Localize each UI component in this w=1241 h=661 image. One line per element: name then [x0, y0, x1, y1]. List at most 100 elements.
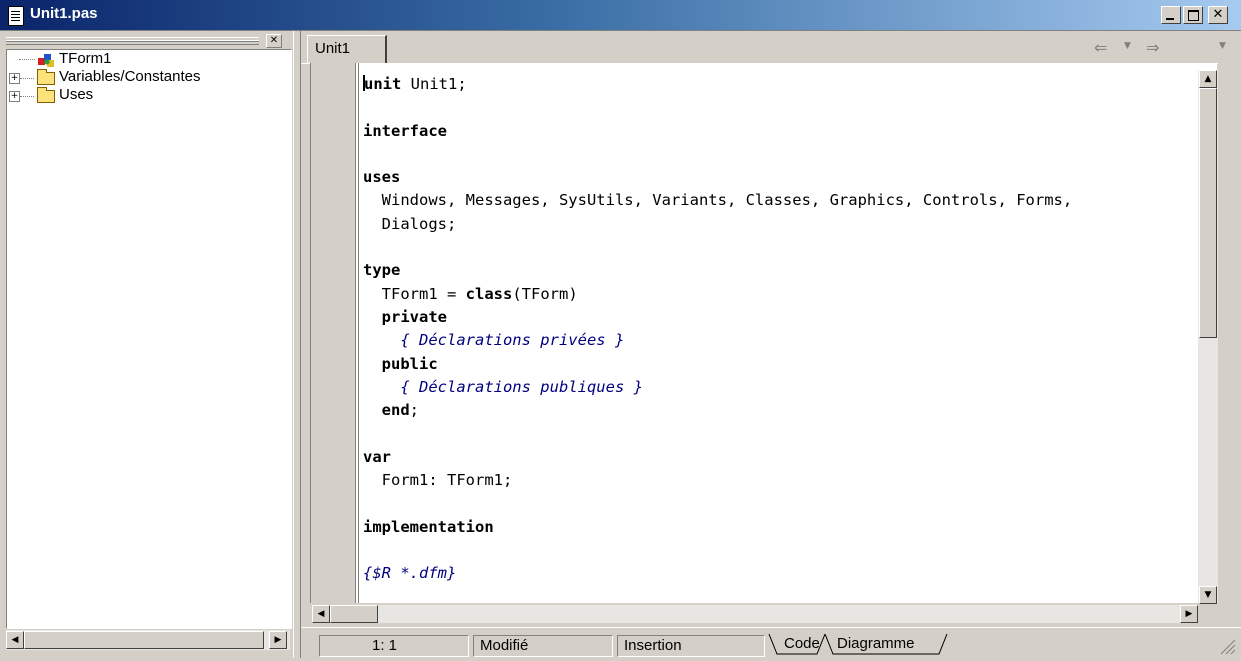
code-line[interactable]: implementation [363, 516, 1213, 539]
editor-frame [1218, 63, 1241, 625]
scroll-left-button[interactable]: ◀ [312, 605, 330, 623]
keyword: private [381, 307, 447, 326]
code-line[interactable]: private [363, 306, 1213, 329]
tree-connector [20, 96, 34, 97]
document-icon [8, 6, 24, 26]
tree-item-variables[interactable]: Variables/Constantes [59, 68, 200, 86]
maximize-button[interactable] [1183, 6, 1203, 24]
scroll-thumb[interactable] [1199, 88, 1217, 338]
forward-arrow-icon[interactable]: ⇒ [1146, 38, 1159, 57]
keyword: type [363, 261, 401, 280]
source-code[interactable]: unit Unit1; interface uses Windows, Mess… [363, 73, 1213, 586]
chevron-down-icon[interactable]: ▼ [1124, 41, 1131, 51]
editor-gutter [311, 63, 356, 603]
code-text: Windows, Messages, SysUtils, Variants, C… [363, 191, 1073, 210]
keyword: implementation [363, 517, 494, 536]
scroll-thumb[interactable] [330, 605, 378, 623]
scroll-right-button[interactable]: ▶ [1180, 605, 1198, 623]
tab-unit1[interactable]: Unit1 [307, 35, 387, 63]
code-line[interactable] [363, 539, 1213, 562]
tab-diagram[interactable]: Diagramme [837, 634, 915, 656]
panel-splitter[interactable] [293, 31, 301, 658]
code-line[interactable]: TForm1 = class(TForm) [363, 283, 1213, 306]
code-line[interactable] [363, 96, 1213, 119]
folder-icon [37, 69, 55, 85]
maximize-icon [1188, 10, 1199, 21]
expand-icon[interactable]: + [9, 91, 20, 102]
code-text: Unit1; [401, 75, 467, 93]
minimize-button[interactable] [1161, 6, 1181, 24]
editor-tab-bar: Unit1 ⇐ ▼ ⇒ ▼ [301, 31, 1241, 64]
form-icon [38, 54, 54, 67]
code-line[interactable] [363, 492, 1213, 515]
keyword: class [465, 284, 513, 303]
code-line[interactable]: { Déclarations privées } [363, 329, 1213, 352]
keyword: unit [364, 75, 402, 93]
window-title: Unit1.pas [30, 5, 98, 22]
scroll-up-button[interactable]: ▲ [1199, 70, 1217, 88]
minimize-icon [1166, 18, 1174, 20]
back-arrow-icon[interactable]: ⇐ [1094, 38, 1107, 57]
scroll-thumb[interactable] [24, 631, 264, 649]
scroll-down-button[interactable]: ▼ [1199, 586, 1217, 604]
comment: { Déclarations privées } [363, 331, 625, 350]
tree-connector [20, 78, 34, 79]
chevron-down-icon[interactable]: ▼ [1219, 41, 1226, 51]
code-line[interactable]: Dialogs; [363, 213, 1213, 236]
code-line[interactable]: { Déclarations publiques } [363, 376, 1213, 399]
code-editor[interactable]: unit Unit1; interface uses Windows, Mess… [310, 63, 1217, 603]
code-text: ; [409, 401, 420, 420]
scrollbar-corner [1198, 605, 1218, 623]
explorer-tree: TForm1 + Variables/Constantes + Uses [6, 49, 292, 629]
comment: {$R *.dfm} [363, 564, 457, 583]
tab-code[interactable]: Code [784, 634, 820, 656]
close-button[interactable]: ✕ [1208, 6, 1228, 24]
tree-item-tform1[interactable]: TForm1 [59, 50, 112, 68]
keyword: end [381, 401, 410, 420]
code-explorer: ✕ TForm1 + Variables/Constantes + Uses ◀… [0, 31, 293, 658]
scroll-right-button[interactable]: ▶ [269, 631, 287, 649]
tree-connector [19, 59, 35, 60]
code-line[interactable]: uses [363, 166, 1213, 189]
margin-line [358, 63, 359, 603]
code-line[interactable]: public [363, 353, 1213, 376]
status-bar: 1: 1 Modifié Insertion Code Diagramme [301, 627, 1241, 661]
folder-icon [37, 87, 55, 103]
code-line[interactable] [363, 236, 1213, 259]
title-bar: Unit1.pas ✕ [0, 0, 1241, 31]
insert-mode-indicator: Insertion [617, 635, 765, 657]
expand-icon[interactable]: + [9, 73, 20, 84]
explorer-horizontal-scrollbar[interactable]: ◀ ▶ [6, 630, 290, 650]
code-text: TForm1 = [363, 284, 466, 303]
code-line[interactable]: interface [363, 120, 1213, 143]
keyword: uses [363, 168, 401, 187]
code-line[interactable]: type [363, 259, 1213, 282]
scroll-left-button[interactable]: ◀ [6, 631, 24, 649]
code-text: (TForm) [512, 284, 578, 303]
code-line[interactable] [363, 143, 1213, 166]
code-line[interactable]: Windows, Messages, SysUtils, Variants, C… [363, 189, 1213, 212]
code-text: Form1: TForm1; [363, 471, 513, 490]
code-line[interactable]: unit Unit1; [363, 73, 1213, 96]
resize-grip-icon[interactable] [1217, 636, 1237, 656]
editor-horizontal-scrollbar[interactable]: ◀ ▶ [312, 605, 1198, 623]
keyword: interface [363, 121, 447, 140]
cursor-position: 1: 1 [319, 635, 469, 657]
code-text: Dialogs; [363, 214, 457, 233]
code-line[interactable]: end; [363, 399, 1213, 422]
tree-item-uses[interactable]: Uses [59, 86, 93, 104]
close-icon: ✕ [1212, 7, 1224, 22]
modified-indicator: Modifié [473, 635, 613, 657]
comment: { Déclarations publiques } [363, 377, 643, 396]
code-line[interactable]: Form1: TForm1; [363, 469, 1213, 492]
editor-vertical-scrollbar[interactable]: ▲ ▼ [1198, 70, 1218, 604]
panel-close-button[interactable]: ✕ [266, 34, 282, 48]
keyword: public [381, 354, 438, 373]
panel-grip[interactable] [6, 37, 259, 45]
code-line[interactable]: var [363, 446, 1213, 469]
code-line[interactable] [363, 422, 1213, 445]
code-line[interactable]: {$R *.dfm} [363, 562, 1213, 585]
